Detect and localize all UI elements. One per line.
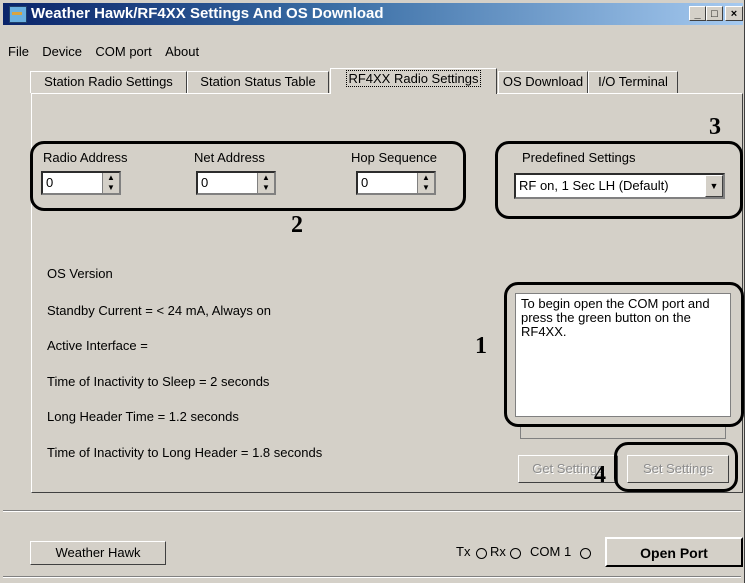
title-bar[interactable]: Weather Hawk/RF4XX Settings And OS Downl… — [3, 3, 743, 25]
standby-current-text: Standby Current = < 24 mA, Always on — [47, 303, 272, 318]
tab-station-radio-settings[interactable]: Station Radio Settings — [30, 71, 187, 93]
status-bottom-edge — [3, 576, 741, 578]
long-header-time-text: Long Header Time = 1.2 seconds — [47, 409, 239, 424]
inactivity-sleep-text: Time of Inactivity to Sleep = 2 seconds — [47, 374, 270, 389]
tab-label: RF4XX Radio Settings — [346, 70, 481, 87]
status-field — [520, 427, 726, 439]
menu-com-port[interactable]: COM port — [90, 42, 156, 62]
tab-label: OS Download — [502, 74, 584, 89]
com-indicator-icon — [580, 548, 591, 559]
dropdown-arrow-icon[interactable]: ▼ — [705, 175, 723, 197]
tab-station-status-table[interactable]: Station Status Table — [187, 71, 329, 93]
net-address-label: Net Address — [194, 150, 265, 165]
tab-os-download[interactable]: OS Download — [498, 71, 588, 93]
rx-label: Rx — [490, 544, 506, 559]
menu-device[interactable]: Device — [37, 42, 87, 62]
menu-file[interactable]: File — [3, 42, 34, 62]
callout-number-2: 2 — [291, 212, 303, 238]
os-version-text: OS Version — [47, 266, 113, 281]
tab-label: Station Status Table — [200, 74, 316, 89]
active-interface-text: Active Interface = — [47, 338, 148, 353]
callout-number-3: 3 — [709, 114, 721, 140]
radio-address-value: 0 — [46, 175, 54, 190]
app-window: Weather Hawk/RF4XX Settings And OS Downl… — [0, 0, 745, 583]
menu-bar: File Device COM port About — [3, 42, 204, 62]
tab-rf4xx-radio-settings[interactable]: RF4XX Radio Settings — [330, 68, 497, 94]
callout-number-4: 4 — [594, 462, 606, 488]
window-title: Weather Hawk/RF4XX Settings And OS Downl… — [31, 5, 384, 22]
maximize-button[interactable]: □ — [706, 6, 723, 21]
tx-label: Tx — [456, 544, 471, 559]
instructions-textbox[interactable]: To begin open the COM port and press the… — [515, 293, 731, 417]
menu-about[interactable]: About — [160, 42, 204, 62]
radio-address-spinner[interactable]: 0 ▲ ▼ — [41, 171, 121, 195]
spinner-arrows-icon[interactable]: ▲ ▼ — [257, 173, 274, 193]
bottom-divider — [3, 510, 741, 512]
weather-hawk-button[interactable]: Weather Hawk — [30, 541, 166, 565]
tab-io-terminal[interactable]: I/O Terminal — [588, 71, 678, 93]
minimize-button[interactable]: _ — [689, 6, 706, 21]
close-button[interactable]: × — [725, 6, 743, 21]
tab-label: Station Radio Settings — [44, 74, 173, 89]
callout-box-4 — [614, 442, 738, 492]
hop-sequence-value: 0 — [361, 175, 369, 190]
spinner-arrows-icon[interactable]: ▲ ▼ — [102, 173, 119, 193]
radio-address-label: Radio Address — [43, 150, 128, 165]
predefined-settings-label: Predefined Settings — [522, 150, 636, 165]
com-label: COM 1 — [530, 544, 572, 559]
hop-sequence-spinner[interactable]: 0 ▲ ▼ — [356, 171, 436, 195]
predefined-settings-select[interactable]: RF on, 1 Sec LH (Default) ▼ — [514, 173, 725, 199]
inactivity-long-header-text: Time of Inactivity to Long Header = 1.8 … — [47, 445, 323, 460]
rx-indicator-icon — [510, 548, 521, 559]
net-address-spinner[interactable]: 0 ▲ ▼ — [196, 171, 276, 195]
hop-sequence-label: Hop Sequence — [351, 150, 438, 165]
callout-number-1: 1 — [475, 333, 487, 359]
tx-indicator-icon — [476, 548, 487, 559]
app-icon — [9, 6, 27, 23]
tab-label: I/O Terminal — [598, 74, 668, 89]
open-port-button[interactable]: Open Port — [605, 537, 743, 567]
spinner-arrows-icon[interactable]: ▲ ▼ — [417, 173, 434, 193]
predefined-settings-value: RF on, 1 Sec LH (Default) — [519, 178, 669, 193]
net-address-value: 0 — [201, 175, 209, 190]
